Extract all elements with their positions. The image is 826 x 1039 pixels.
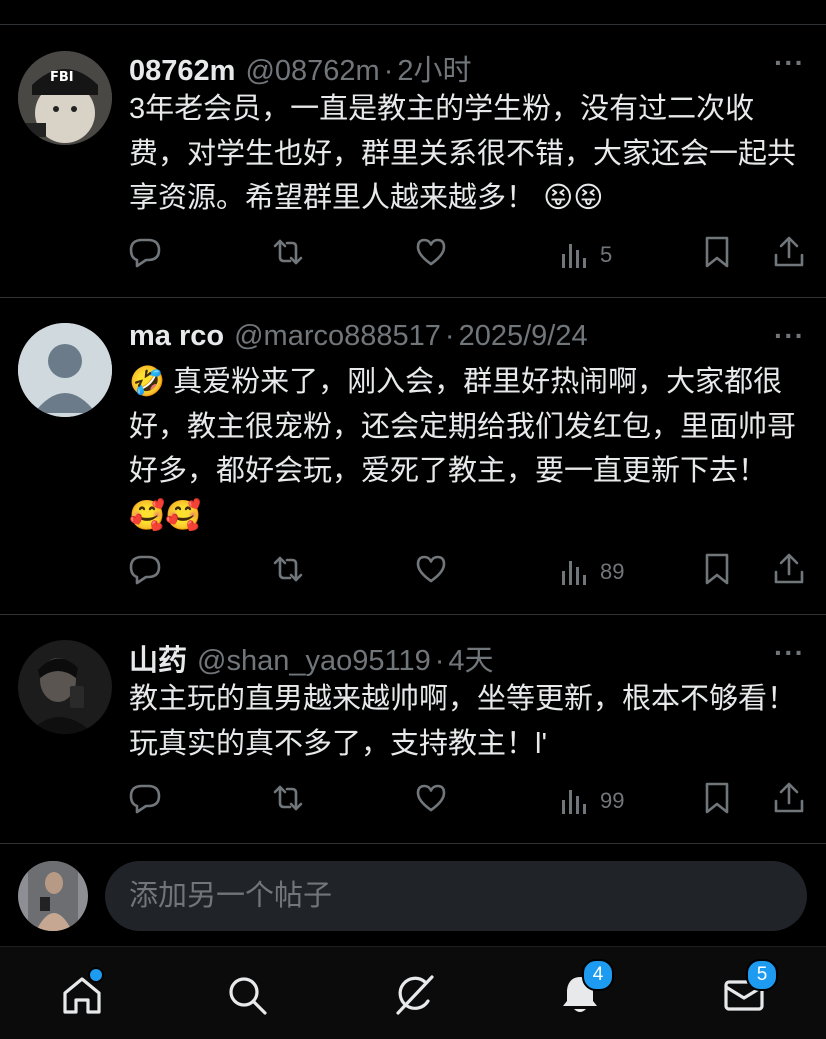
repost-button[interactable] [271,235,311,275]
author-name[interactable]: 山药 [129,637,187,679]
post-text-content: 3年老会员，一直是教主的学生粉，没有过二次收费，对学生也好，群里关系很不错，大家… [129,93,797,214]
bottom-tab-bar: 4 5 [0,946,826,1039]
post-text: 3年老会员，一直是教主的学生粉，没有过二次收费，对学生也好，群里关系很不错，大家… [129,87,809,221]
repost-button[interactable] [271,552,311,592]
grok-icon [396,975,434,1015]
bookmark-button[interactable] [700,552,740,592]
post-emojis: 🥰🥰 [129,499,202,532]
views-icon [562,790,586,814]
messages-badge: 5 [746,959,778,991]
separator-dot: · [444,320,455,352]
add-post-input[interactable]: 添加另一个帖子 [105,861,807,931]
more-icon[interactable]: ··· [774,637,805,669]
post-3[interactable]: 山药 @shan_yao95119 · 4天 ··· 教主玩的直男越来越帅啊，坐… [0,615,826,844]
author-handle[interactable]: @08762m [245,55,379,88]
views-button[interactable]: 89 [560,552,624,592]
reply-icon [129,555,161,585]
post-1[interactable]: FBI 08762m @08762m · 2小时 ··· 3年老会员，一直是教主… [0,25,826,298]
avatar[interactable] [18,640,112,734]
tab-grok[interactable] [392,973,436,1017]
home-indicator-dot [88,967,104,983]
tab-search[interactable] [225,973,269,1017]
reply-button[interactable] [128,235,168,275]
repost-button[interactable] [271,781,311,821]
repost-icon [273,239,303,265]
notifications-badge: 4 [582,959,614,991]
bookmark-button[interactable] [700,235,740,275]
separator-dot: · [383,55,394,87]
post-header: 山药 @shan_yao95119 · 4天 [129,637,494,679]
reply-icon [129,238,161,268]
bookmark-button[interactable] [700,781,740,821]
tab-home[interactable] [60,967,104,1017]
views-count: 89 [600,559,625,584]
repost-icon [273,785,303,811]
post-2[interactable]: ma rco @marco888517 · 2025/9/24 ··· 🤣 真爱… [0,298,826,615]
bookmark-icon [705,782,729,814]
like-button[interactable] [414,552,454,592]
avatar[interactable] [18,323,112,417]
post-text: 教主玩的直男越来越帅啊，坐等更新，根本不够看！玩真实的真不多了，支持教主！l' [129,677,809,766]
svg-text:FBI: FBI [50,70,74,85]
post-time[interactable]: 4天 [448,637,493,679]
bookmark-icon [705,553,729,585]
separator-dot: · [434,645,445,677]
post-actions: 99 [0,781,826,821]
views-icon [562,561,586,585]
my-avatar[interactable] [18,861,88,931]
author-handle[interactable]: @marco888517 [234,320,441,353]
more-icon[interactable]: ··· [774,47,805,79]
post-time[interactable]: 2小时 [397,47,471,89]
more-icon[interactable]: ··· [774,320,805,352]
share-button[interactable] [772,552,812,592]
post-header: ma rco @marco888517 · 2025/9/24 [129,320,588,353]
views-count: 5 [600,242,613,267]
reply-bar: 添加另一个帖子 [0,845,826,945]
views-icon [562,244,586,268]
author-name[interactable]: ma rco [129,320,224,353]
search-icon [229,977,267,1015]
share-icon [774,782,804,813]
tab-messages[interactable]: 5 [722,959,778,1017]
views-count: 99 [600,788,625,813]
post-emojis: 😝😝 [543,182,604,214]
post-header: 08762m @08762m · 2小时 [129,47,472,89]
post-actions: 5 [0,235,826,275]
reply-icon [129,784,161,814]
post-text-content: 真爱粉来了，刚入会，群里好热闹啊，大家都很好，教主很宠粉，还会定期给我们发红包，… [129,366,797,487]
bookmark-icon [705,236,729,268]
views-button[interactable]: 99 [560,781,624,821]
post-actions: 89 [0,552,826,592]
repost-icon [273,556,303,582]
like-icon [416,555,446,583]
post-emoji-lead: 🤣 [129,366,166,398]
author-name[interactable]: 08762m [129,55,235,88]
share-icon [774,236,804,267]
like-icon [416,784,446,812]
post-time[interactable]: 2025/9/24 [459,320,588,353]
reply-button[interactable] [128,552,168,592]
like-button[interactable] [414,781,454,821]
post-text: 🤣 真爱粉来了，刚入会，群里好热闹啊，大家都很好，教主很宠粉，还会定期给我们发红… [129,360,809,538]
post-text-content: 教主玩的直男越来越帅啊，坐等更新，根本不够看！玩真实的真不多了，支持教主！l' [129,683,797,760]
like-button[interactable] [414,235,454,275]
reply-button[interactable] [128,781,168,821]
author-handle[interactable]: @shan_yao95119 [197,645,431,678]
views-button[interactable]: 5 [560,235,612,275]
like-icon [416,238,446,266]
share-button[interactable] [772,781,812,821]
avatar[interactable]: FBI [18,51,112,145]
share-icon [774,553,804,584]
tab-notifications[interactable]: 4 [558,959,614,1017]
share-button[interactable] [772,235,812,275]
